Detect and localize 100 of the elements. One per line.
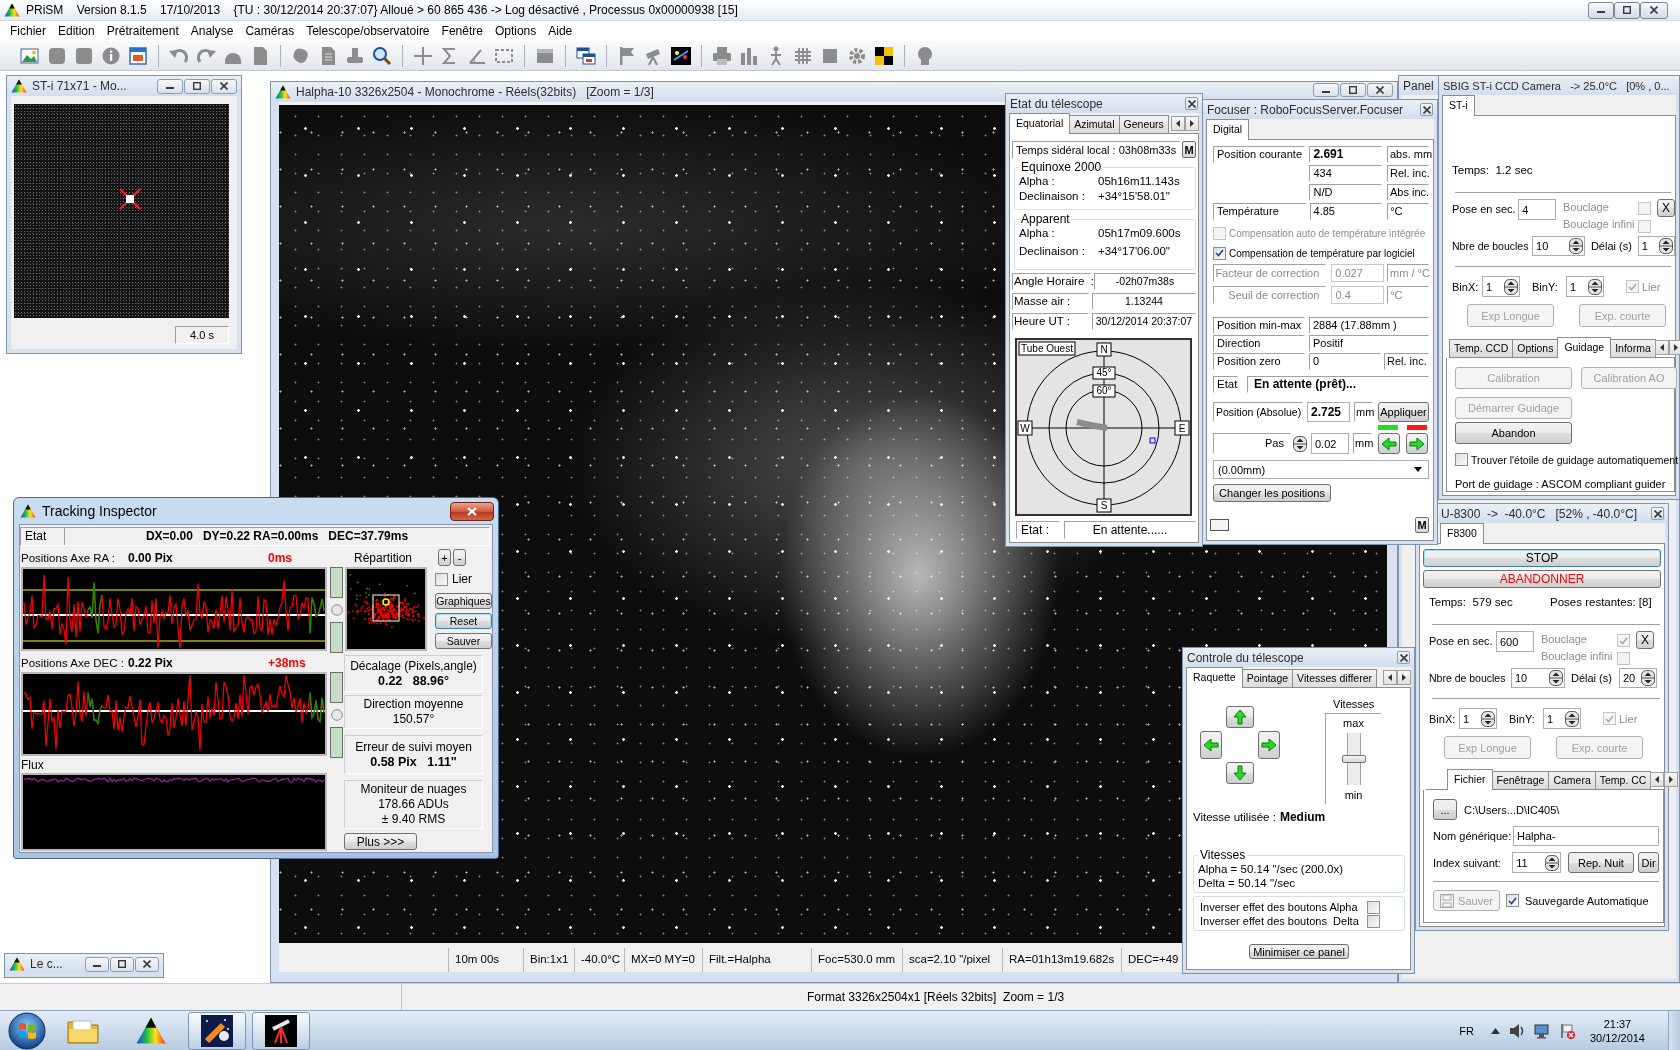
- close-button[interactable]: [1651, 507, 1664, 520]
- close-button[interactable]: [1640, 1, 1668, 19]
- start-orb-icon[interactable]: [8, 1011, 46, 1050]
- tab-scroll-button[interactable]: [1664, 772, 1679, 787]
- tab[interactable]: Fenêtrage: [1491, 771, 1550, 789]
- menu-item[interactable]: Edition: [52, 23, 101, 39]
- browse-button[interactable]: ...: [1433, 799, 1457, 820]
- minimize-button[interactable]: [157, 78, 183, 94]
- minimize-button[interactable]: [85, 956, 109, 972]
- caret-up-icon[interactable]: [1490, 1027, 1500, 1034]
- move-left-button[interactable]: [1200, 731, 1222, 759]
- tab-scroll-button[interactable]: [1185, 116, 1199, 131]
- mode-button[interactable]: M: [1182, 141, 1197, 158]
- binx-field[interactable]: 1: [1482, 276, 1520, 297]
- tab[interactable]: Pointage: [1241, 669, 1294, 687]
- more-button[interactable]: Plus >>>: [344, 833, 417, 850]
- delay-field[interactable]: 1: [1637, 236, 1675, 256]
- tab-scroll-button[interactable]: [1650, 772, 1665, 787]
- folder-icon[interactable]: [67, 1017, 99, 1044]
- close-button[interactable]: [1367, 83, 1393, 97]
- clock-date[interactable]: 30/12/2014: [1589, 1030, 1645, 1045]
- biny-field[interactable]: 1: [1566, 276, 1604, 297]
- position-field[interactable]: 2.725: [1307, 402, 1350, 422]
- minimize-button[interactable]: [1313, 83, 1339, 97]
- delay-field[interactable]: 20: [1619, 668, 1657, 688]
- menu-item[interactable]: Fichier: [4, 23, 52, 39]
- exposure-field[interactable]: 4: [1518, 199, 1556, 220]
- calendar-icon[interactable]: [127, 44, 149, 67]
- checkbox[interactable]: [1213, 246, 1226, 260]
- maximize-button[interactable]: [184, 78, 210, 94]
- close-button[interactable]: [1420, 103, 1433, 116]
- search-icon[interactable]: [371, 44, 393, 67]
- menu-item[interactable]: Aide: [542, 23, 579, 39]
- close-button[interactable]: [1185, 97, 1198, 110]
- puzzle-icon[interactable]: [873, 44, 895, 67]
- stop-button[interactable]: STOP: [1423, 549, 1661, 567]
- tab[interactable]: Azimutal: [1069, 115, 1120, 133]
- step-field[interactable]: 0.02: [1311, 433, 1349, 454]
- menu-item[interactable]: Telescope/observatoire: [300, 23, 436, 39]
- checkbox[interactable]: [1506, 894, 1519, 907]
- graphs-button[interactable]: Graphiques: [435, 593, 492, 609]
- tab-scroll-button[interactable]: [1171, 116, 1185, 131]
- move-down-button[interactable]: [1226, 762, 1254, 784]
- zoom-out-button[interactable]: -: [453, 549, 466, 566]
- night-folder-button[interactable]: Rep. Nuit: [1567, 852, 1635, 873]
- screen-icon[interactable]: [670, 44, 692, 67]
- tab[interactable]: Equatorial: [1009, 113, 1071, 134]
- taskbar-button[interactable]: [252, 1011, 310, 1050]
- binx-field[interactable]: 1: [1459, 708, 1497, 729]
- tab[interactable]: Camera: [1548, 771, 1596, 789]
- menu-item[interactable]: Options: [488, 23, 543, 39]
- maximize-button[interactable]: [1340, 83, 1366, 97]
- menu-item[interactable]: Fenêtre: [435, 23, 489, 39]
- speaker-icon[interactable]: [1508, 1022, 1525, 1039]
- preset-dropdown[interactable]: (0.00mm): [1213, 460, 1429, 479]
- tab[interactable]: Fichier: [1447, 769, 1493, 790]
- tab[interactable]: Informa: [1610, 339, 1656, 357]
- index-field[interactable]: 11: [1512, 852, 1561, 873]
- stop-loop-button[interactable]: X: [1657, 199, 1675, 217]
- tab[interactable]: Digital: [1206, 119, 1250, 140]
- tab[interactable]: Temp. CCD: [1449, 339, 1514, 357]
- tab[interactable]: F8300: [1440, 523, 1484, 544]
- maximize-button[interactable]: [1614, 1, 1640, 19]
- tab[interactable]: Options: [1512, 339, 1559, 357]
- exposure-field[interactable]: 600: [1496, 631, 1534, 652]
- move-left-button[interactable]: [1378, 433, 1400, 454]
- taskbar-button[interactable]: [188, 1011, 246, 1050]
- menu-item[interactable]: Prétraitement: [100, 23, 185, 39]
- change-positions-button[interactable]: Changer les positions: [1213, 484, 1331, 502]
- move-right-button[interactable]: [1258, 731, 1280, 759]
- tab[interactable]: Raquette: [1186, 667, 1243, 688]
- name-field[interactable]: Halpha-: [1513, 826, 1659, 846]
- menu-item[interactable]: Caméras: [239, 23, 301, 39]
- tab[interactable]: Guidage: [1557, 337, 1612, 358]
- flag-icon[interactable]: [1558, 1022, 1575, 1039]
- checkbox[interactable]: [1367, 914, 1380, 928]
- checkbox[interactable]: [1455, 453, 1468, 466]
- save-button[interactable]: Sauver: [435, 633, 492, 649]
- close-button[interactable]: [135, 956, 159, 972]
- tab-scroll-button[interactable]: [1383, 670, 1397, 685]
- clock-time[interactable]: 21:37: [1603, 1016, 1632, 1031]
- slider-thumb[interactable]: [1341, 755, 1366, 763]
- minimize-button[interactable]: [1588, 1, 1614, 19]
- prism-icon[interactable]: [136, 1017, 166, 1044]
- printer-icon[interactable]: [711, 44, 733, 67]
- network-icon[interactable]: [1533, 1022, 1550, 1039]
- minimize-panel-button[interactable]: Minimiser ce panel: [1249, 944, 1349, 959]
- move-right-button[interactable]: [1406, 433, 1428, 454]
- loop-count-field[interactable]: 10: [1511, 668, 1565, 688]
- tab[interactable]: Vitesses differer: [1292, 669, 1377, 687]
- language-indicator[interactable]: FR: [1459, 1024, 1474, 1037]
- reset-button[interactable]: Reset: [435, 613, 492, 629]
- maximize-button[interactable]: [110, 956, 134, 972]
- move-up-button[interactable]: [1226, 706, 1254, 728]
- apply-button[interactable]: Appliquer: [1378, 402, 1429, 422]
- folder-button[interactable]: Dir: [1638, 852, 1659, 873]
- abort-button[interactable]: Abandon: [1455, 422, 1572, 444]
- windows-icon[interactable]: [575, 44, 597, 67]
- menu-item[interactable]: Analyse: [184, 23, 240, 39]
- loop-count-field[interactable]: 10: [1532, 236, 1585, 256]
